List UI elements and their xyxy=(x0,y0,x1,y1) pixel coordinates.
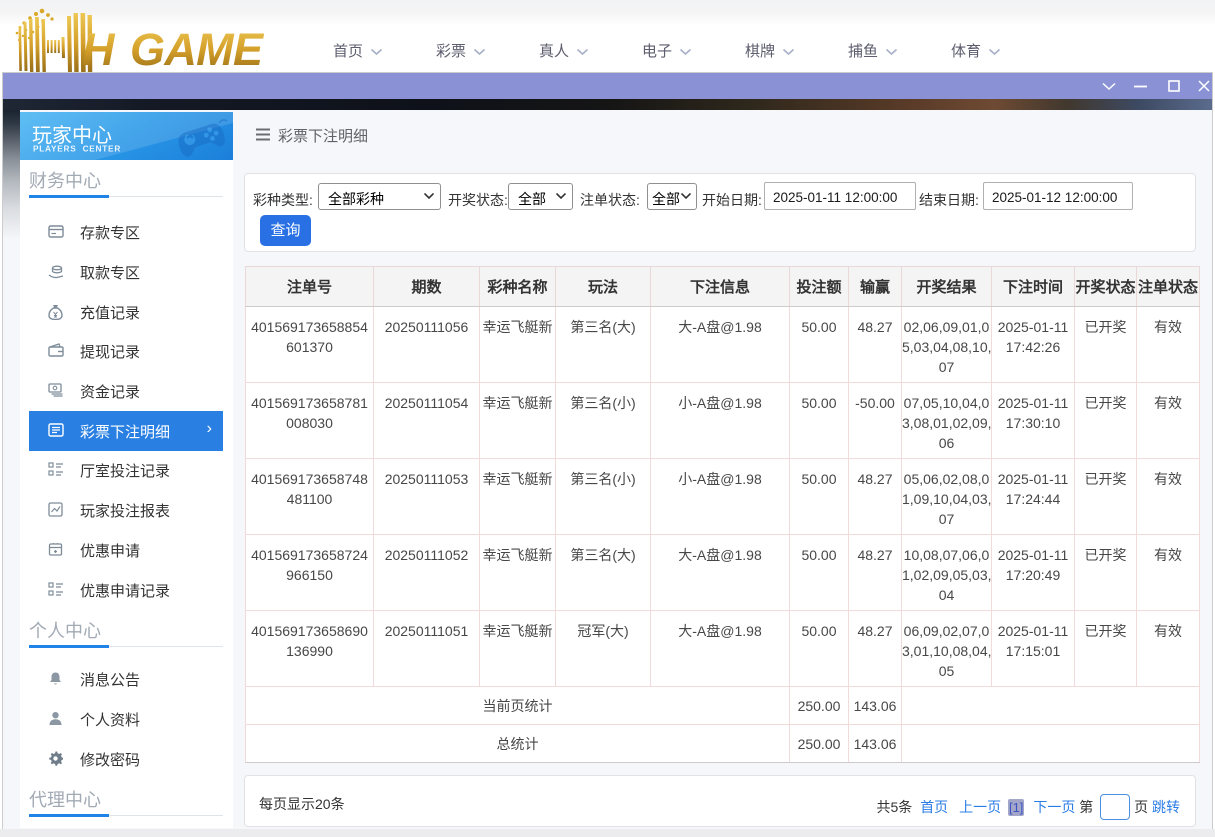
svg-text:H: H xyxy=(82,24,116,75)
svg-text:GAME: GAME xyxy=(130,24,265,75)
